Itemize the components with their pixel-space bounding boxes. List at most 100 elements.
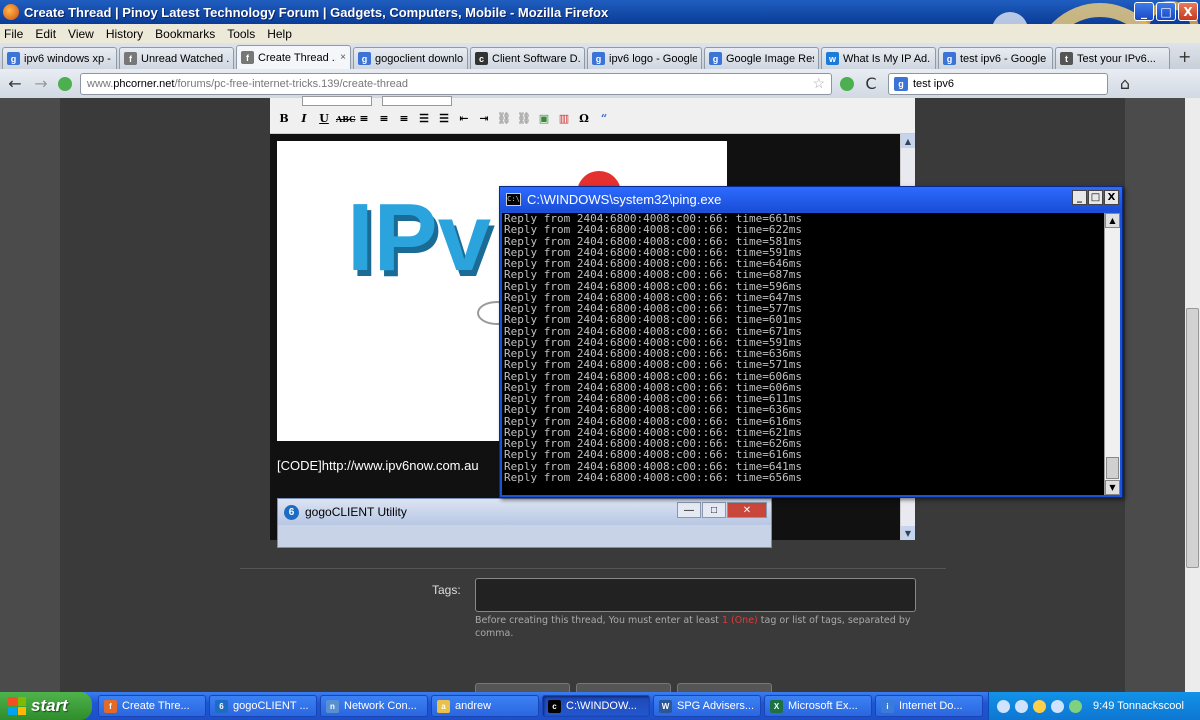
new-tab-button[interactable]: +	[1178, 47, 1191, 66]
tab-gogoclient-download[interactable]: g gogoclient downlo...	[353, 47, 468, 69]
menu-bookmarks[interactable]: Bookmarks	[155, 27, 215, 41]
tray-icon[interactable]	[1033, 699, 1046, 713]
menu-history[interactable]: History	[106, 27, 143, 41]
tab-label: Google Image Res...	[726, 52, 814, 65]
italic-button[interactable]: I	[296, 112, 312, 125]
tray-icon[interactable]	[1069, 699, 1082, 713]
close-button[interactable]: X	[1178, 2, 1198, 21]
task-word-document[interactable]: W SPG Advisers...	[653, 695, 761, 717]
scroll-thumb[interactable]	[1106, 457, 1119, 479]
tab-client-software[interactable]: c Client Software D...	[470, 47, 585, 69]
tab-google-image-results[interactable]: g Google Image Res...	[704, 47, 819, 69]
font-family-select[interactable]	[302, 96, 372, 106]
menu-help[interactable]: Help	[267, 27, 292, 41]
tab-create-thread[interactable]: f Create Thread ... ×	[236, 45, 351, 69]
task-excel[interactable]: X Microsoft Ex...	[764, 695, 872, 717]
console-close-button[interactable]: X	[1104, 190, 1119, 205]
go-button[interactable]	[840, 76, 854, 91]
tab-ipv6-windows-xp[interactable]: g ipv6 windows xp - ...	[2, 47, 117, 69]
underline-button[interactable]: U	[316, 112, 332, 125]
page-scroll-thumb[interactable]	[1186, 308, 1199, 568]
align-left-button[interactable]: ≡	[356, 112, 372, 125]
scroll-down-icon[interactable]: ▼	[901, 526, 915, 540]
windows-logo-icon	[8, 697, 26, 715]
forward-button[interactable]: →	[32, 74, 50, 93]
scroll-down-icon[interactable]: ▼	[1105, 480, 1120, 495]
menu-edit[interactable]: Edit	[35, 27, 56, 41]
console-titlebar[interactable]: C:\ C:\WINDOWS\system32\ping.exe	[500, 187, 1122, 211]
tray-icon[interactable]	[1051, 699, 1064, 713]
tray-icon[interactable]	[997, 699, 1010, 713]
font-size-select[interactable]	[382, 96, 452, 106]
image-button[interactable]: ▣	[536, 112, 552, 125]
align-right-button[interactable]: ≡	[396, 112, 412, 125]
quote-button[interactable]: “	[596, 112, 612, 125]
tags-input[interactable]	[475, 578, 916, 612]
tab-unread-watched[interactable]: f Unread Watched ...	[119, 47, 234, 69]
tray-icon[interactable]	[1015, 699, 1028, 713]
tab-close-icon[interactable]: ×	[340, 52, 346, 63]
bold-button[interactable]: B	[276, 112, 292, 125]
gogoclient-screenshot: 6 gogoCLIENT Utility — □ ✕	[277, 498, 772, 548]
numbered-list-button[interactable]: ☰	[436, 112, 452, 125]
task-internet-download[interactable]: i Internet Do...	[875, 695, 983, 717]
tab-label: Test your IPv6...	[1077, 52, 1156, 65]
task-label: C:\WINDOW...	[566, 700, 637, 712]
home-button[interactable]: ⌂	[1116, 74, 1134, 93]
strikethrough-button[interactable]: ABC	[336, 114, 355, 124]
gogo-icon: 6	[215, 699, 228, 713]
search-box[interactable]: g test ipv6	[888, 72, 1108, 95]
bullet-list-button[interactable]: ☰	[416, 112, 432, 125]
windows-taskbar: start f Create Thre... 6 gogoCLIENT ... nN…	[0, 692, 1200, 720]
clock[interactable]: 9:49 Tonnackscool	[1093, 700, 1184, 712]
bookmark-star-icon[interactable]: ☆	[812, 75, 825, 92]
link-button[interactable]: ⛓	[496, 112, 512, 125]
url-prefix: www.	[87, 77, 114, 90]
tab-test-your-ipv6[interactable]: t Test your IPv6...	[1055, 47, 1170, 69]
task-command-prompt[interactable]: c C:\WINDOW...	[542, 695, 650, 717]
gogoclient-title: gogoCLIENT Utility	[305, 505, 407, 519]
media-button[interactable]: ▥	[556, 112, 572, 125]
task-network-connections[interactable]: n Network Con...	[320, 695, 428, 717]
align-center-button[interactable]: ≡	[376, 112, 392, 125]
maximize-button[interactable]: □	[1156, 2, 1176, 21]
console-minimize-button[interactable]: _	[1072, 190, 1087, 205]
search-input[interactable]: test ipv6	[913, 78, 954, 90]
menu-tools[interactable]: Tools	[227, 27, 255, 41]
tab-label: Unread Watched ...	[141, 52, 229, 65]
menu-file[interactable]: File	[4, 27, 23, 41]
page-scrollbar[interactable]	[1185, 98, 1200, 692]
url-bar[interactable]: www. phcorner.net/forums/pc-free-internet…	[80, 72, 832, 95]
console-scrollbar[interactable]: ▲ ▼	[1104, 213, 1120, 495]
ping-console-window[interactable]: C:\ C:\WINDOWS\system32\ping.exe _ □ X R…	[499, 186, 1123, 498]
tab-test-ipv6-google[interactable]: g test ipv6 - Google ...	[938, 47, 1053, 69]
tab-label: Create Thread ...	[258, 51, 337, 64]
reload-button[interactable]: C	[862, 74, 880, 93]
site-identity-icon[interactable]	[58, 76, 72, 91]
firefox-icon	[3, 4, 19, 20]
task-create-thread[interactable]: f Create Thre...	[98, 695, 206, 717]
scroll-up-icon[interactable]: ▲	[1105, 213, 1120, 228]
start-label: start	[31, 696, 68, 715]
window-titlebar[interactable]: Create Thread | Pinoy Latest Technology …	[0, 0, 1200, 24]
menu-view[interactable]: View	[68, 27, 94, 41]
back-button[interactable]: ←	[6, 74, 24, 93]
window-title: Create Thread | Pinoy Latest Technology …	[24, 4, 609, 20]
console-line: Reply from 2404:6800:4008:c00::66: time=…	[504, 223, 803, 237]
scroll-up-icon[interactable]: ▲	[901, 134, 915, 148]
task-label: Create Thre...	[122, 700, 190, 712]
start-button[interactable]: start	[0, 692, 92, 720]
minimize-button[interactable]: _	[1134, 2, 1154, 21]
task-andrew-folder[interactable]: a andrew	[431, 695, 539, 717]
special-char-button[interactable]: Ω	[576, 112, 592, 125]
unlink-button[interactable]: ⛓	[516, 112, 532, 125]
task-label: Internet Do...	[899, 700, 963, 712]
console-maximize-button[interactable]: □	[1088, 190, 1103, 205]
tab-ipv6-logo[interactable]: g ipv6 logo - Google ...	[587, 47, 702, 69]
tab-what-is-my-ip[interactable]: w What Is My IP Ad...	[821, 47, 936, 69]
code-line-text: [CODE]http://www.ipv6now.com.au	[277, 458, 479, 473]
outdent-button[interactable]: ⇤	[456, 112, 472, 125]
task-gogoclient[interactable]: 6 gogoCLIENT ...	[209, 695, 317, 717]
google-icon: g	[943, 52, 956, 65]
indent-button[interactable]: ⇥	[476, 112, 492, 125]
